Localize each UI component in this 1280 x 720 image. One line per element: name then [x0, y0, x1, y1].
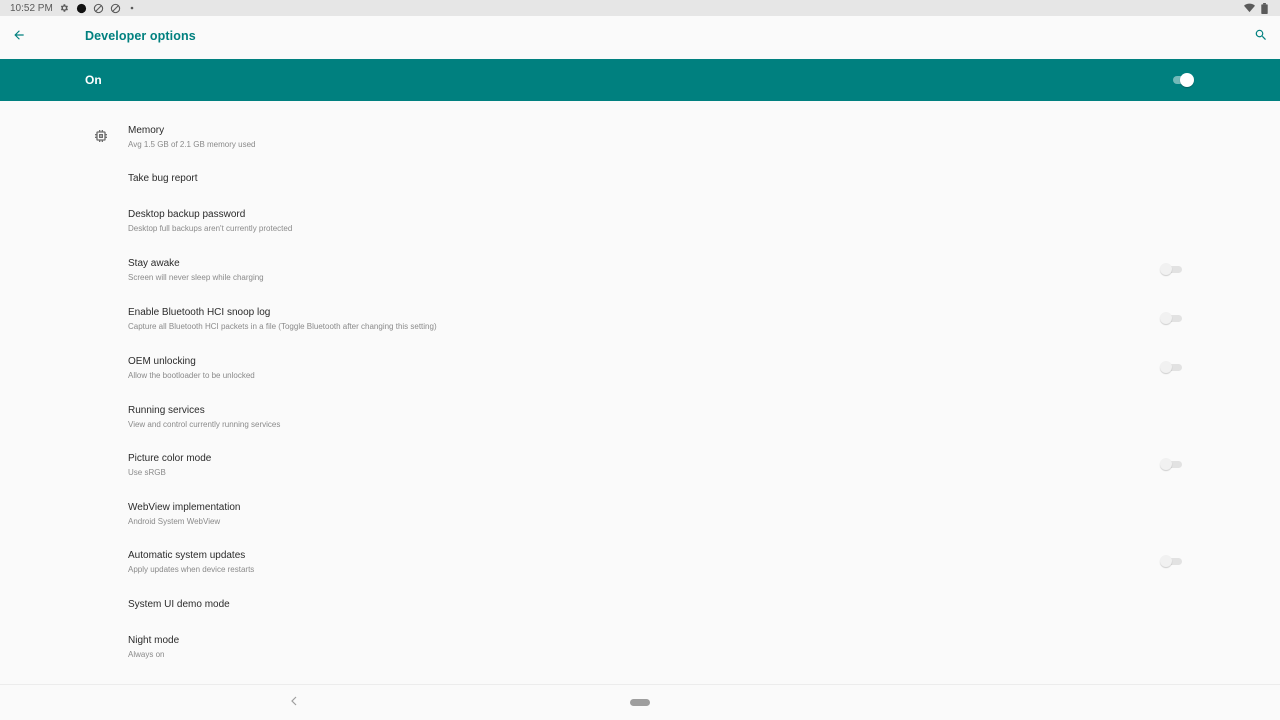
setting-bluetooth-hci-snoop-log[interactable]: Enable Bluetooth HCI snoop log Capture a… [0, 299, 1280, 339]
search-button[interactable] [1250, 26, 1272, 48]
setting-summary: Capture all Bluetooth HCI packets in a f… [128, 322, 437, 331]
nav-back-button[interactable] [288, 695, 300, 709]
back-button[interactable] [8, 26, 30, 48]
stay-awake-switch[interactable] [1160, 263, 1184, 275]
toolbar: Developer options [0, 16, 1280, 59]
master-switch-bar[interactable]: On [0, 59, 1280, 101]
setting-title: Automatic system updates [128, 550, 246, 561]
master-switch-thumb [1180, 73, 1194, 87]
status-bar: 10:52 PM [0, 0, 1280, 16]
setting-stay-awake[interactable]: Stay awake Screen will never sleep while… [0, 250, 1280, 290]
setting-oem-unlocking[interactable]: OEM unlocking Allow the bootloader to be… [0, 348, 1280, 388]
setting-summary: View and control currently running servi… [128, 420, 281, 429]
record-icon [76, 3, 87, 14]
setting-title: Take bug report [128, 173, 198, 184]
search-icon [1254, 28, 1268, 47]
setting-title: Enable Bluetooth HCI snoop log [128, 307, 271, 318]
setting-desktop-backup-password[interactable]: Desktop backup password Desktop full bac… [0, 201, 1280, 241]
setting-title: Running services [128, 405, 205, 416]
picture-color-mode-switch[interactable] [1160, 458, 1184, 470]
setting-night-mode[interactable]: Night mode Always on [0, 627, 1280, 667]
setting-automatic-system-updates[interactable]: Automatic system updates Apply updates w… [0, 542, 1280, 582]
battery-icon [1259, 2, 1270, 14]
setting-summary: Apply updates when device restarts [128, 565, 255, 574]
setting-title: Stay awake [128, 258, 180, 269]
settings-icon [59, 3, 70, 14]
switch-thumb [1160, 458, 1172, 470]
setting-running-services[interactable]: Running services View and control curren… [0, 397, 1280, 437]
setting-title: WebView implementation [128, 502, 241, 513]
status-left: 10:52 PM [10, 3, 138, 14]
setting-title: System UI demo mode [128, 599, 230, 610]
setting-title: Night mode [128, 635, 180, 646]
setting-summary: Android System WebView [128, 517, 221, 526]
status-time: 10:52 PM [10, 2, 53, 14]
page-title: Developer options [85, 29, 196, 43]
switch-thumb [1160, 312, 1172, 324]
setting-take-bug-report[interactable]: Take bug report [0, 163, 1280, 193]
automatic-system-updates-switch[interactable] [1160, 555, 1184, 567]
setting-summary: Screen will never sleep while charging [128, 273, 264, 282]
dot-icon [127, 3, 138, 14]
oem-unlocking-switch[interactable] [1160, 361, 1184, 373]
setting-picture-color-mode[interactable]: Picture color mode Use sRGB [0, 445, 1280, 485]
setting-title: Desktop backup password [128, 209, 246, 220]
setting-memory[interactable]: Memory Avg 1.5 GB of 2.1 GB memory used [0, 117, 1280, 157]
setting-title: OEM unlocking [128, 356, 196, 367]
navigation-bar [0, 684, 1280, 720]
setting-title: Memory [128, 125, 165, 136]
wifi-icon [1244, 3, 1255, 14]
arrow-back-icon [12, 28, 26, 47]
status-right [1244, 2, 1270, 14]
setting-title: Picture color mode [128, 453, 212, 464]
no-sim-icon [93, 3, 104, 14]
no-sim-icon [110, 3, 121, 14]
switch-thumb [1160, 555, 1172, 567]
setting-summary: Avg 1.5 GB of 2.1 GB memory used [128, 140, 256, 149]
master-switch-toggle[interactable] [1172, 73, 1194, 87]
setting-summary: Allow the bootloader to be unlocked [128, 371, 255, 380]
bluetooth-hci-snoop-log-switch[interactable] [1160, 312, 1184, 324]
master-switch-label: On [85, 73, 102, 87]
switch-thumb [1160, 361, 1172, 373]
setting-summary: Desktop full backups aren't currently pr… [128, 224, 293, 233]
setting-system-ui-demo-mode[interactable]: System UI demo mode [0, 591, 1280, 621]
nav-back-icon [290, 693, 298, 711]
nav-home-pill-icon[interactable] [630, 699, 650, 706]
switch-thumb [1160, 263, 1172, 275]
setting-webview-implementation[interactable]: WebView implementation Android System We… [0, 494, 1280, 534]
memory-chip-icon [92, 127, 110, 145]
setting-summary: Use sRGB [128, 468, 166, 477]
settings-list: Memory Avg 1.5 GB of 2.1 GB memory used … [0, 101, 1280, 683]
setting-summary: Always on [128, 650, 165, 659]
